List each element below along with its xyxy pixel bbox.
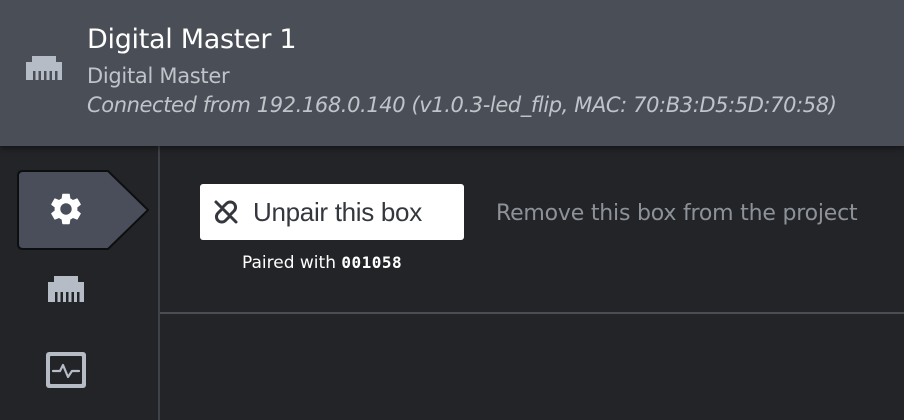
paired-info: Paired with 001058 xyxy=(242,253,402,273)
section-divider xyxy=(160,312,904,314)
unlink-icon xyxy=(214,200,238,224)
gear-icon xyxy=(51,193,81,225)
device-title: Digital Master 1 xyxy=(87,24,297,55)
sidebar-item-monitor[interactable] xyxy=(45,351,87,389)
device-type: Digital Master xyxy=(87,64,230,88)
ethernet-port-icon xyxy=(48,276,84,302)
sidebar-item-network[interactable] xyxy=(46,274,86,306)
ethernet-port-icon xyxy=(26,56,62,80)
unpair-button-label: Unpair this box xyxy=(253,196,422,227)
connection-info: Connected from 192.168.0.140 (v1.0.3-led… xyxy=(87,93,837,117)
device-header: Digital Master 1 Digital Master Connecte… xyxy=(0,0,904,146)
main-panel: Unpair this box Remove this box from the… xyxy=(160,146,904,420)
unpair-button[interactable]: Unpair this box xyxy=(200,184,464,240)
paired-code: 001058 xyxy=(341,253,403,272)
sidebar-item-settings[interactable] xyxy=(17,170,151,250)
activity-monitor-icon xyxy=(46,352,86,388)
paired-prefix: Paired with xyxy=(242,253,342,273)
sidebar xyxy=(0,146,160,420)
unpair-description: Remove this box from the project xyxy=(496,201,858,226)
